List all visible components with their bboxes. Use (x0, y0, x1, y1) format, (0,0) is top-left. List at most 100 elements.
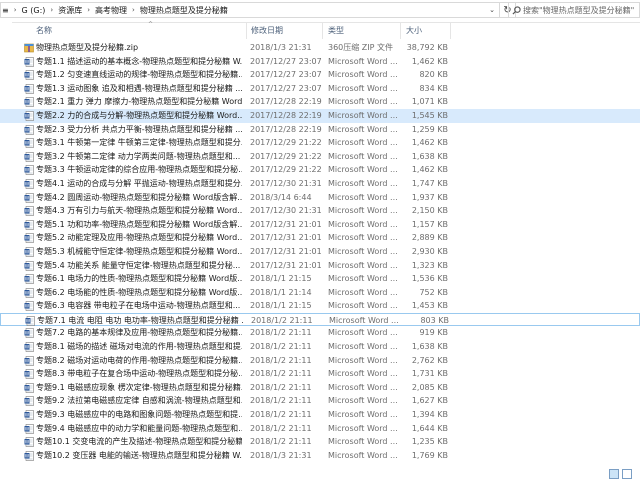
chevron-right-icon[interactable]: › (11, 6, 20, 14)
file-row[interactable]: W 专题5.3 机械能守恒定律-物理热点题型和提分秘籍 Word... 2017/1… (0, 245, 640, 259)
file-row[interactable]: W 专题3.1 牛顿第一定律 牛顿第三定律-物理热点题型和提分... 2017/12… (0, 136, 640, 150)
file-date: 2017/12/31 21:01 (250, 260, 322, 270)
column-divider[interactable] (450, 22, 451, 39)
file-name: 专题8.2 磁场对运动电荷的作用-物理热点题型和提分秘籍... (36, 355, 242, 365)
column-divider[interactable] (322, 22, 323, 39)
file-size: 1,462 KB (411, 165, 448, 175)
large-icons-view-icon[interactable] (622, 469, 632, 479)
column-date[interactable]: 修改日期 (251, 25, 283, 36)
svg-text:W: W (25, 73, 30, 79)
file-row[interactable]: 物理热点题型及提分秘籍.zip 2018/1/3 21:31 360压缩 ZIP 文… (0, 41, 640, 55)
column-name[interactable]: 名称 (36, 25, 52, 36)
word-icon: W (24, 287, 34, 298)
file-row[interactable]: W 专题1.3 运动图象 追及和相遇-物理热点题型和提分秘籍 ... 2017/12… (0, 82, 640, 96)
file-row[interactable]: W 专题9.1 电磁感应现象 楞次定律-物理热点题型和提分秘籍... 2018/1/… (0, 381, 640, 395)
breadcrumb-library[interactable]: 资源库 (56, 5, 84, 16)
file-type: Microsoft Word ... (328, 219, 398, 229)
file-row[interactable]: W 专题8.3 带电粒子在复合场中运动-物理热点题型和提分秘... 2018/1/2… (0, 367, 640, 381)
file-row[interactable]: W 专题10.1 交变电流的产生及描述-物理热点题型和提分秘籍... 2018/1/… (0, 435, 640, 449)
file-row[interactable]: W 专题9.2 法拉第电磁感应定律 自感和涡流-物理热点题型和... 2018/1/… (0, 394, 640, 408)
file-size: 1,747 KB (411, 178, 448, 188)
address-bar[interactable]: ≡ › G (G:) › 资源库 › 高考物理 › 物理热点题型及提分秘籍 ⌄ (0, 2, 500, 18)
file-size: 1,394 KB (411, 410, 448, 420)
file-date: 2018/1/1 21:14 (250, 287, 312, 297)
file-row[interactable]: W 专题3.3 牛顿运动定律的综合应用-物理热点题型和提分秘... 2017/12/… (0, 163, 640, 177)
svg-text:W: W (25, 453, 30, 459)
file-name: 物理热点题型及提分秘籍.zip (36, 43, 139, 52)
svg-text:W: W (25, 222, 30, 228)
file-row[interactable]: W 专题7.2 电路的基本规律及应用-物理热点题型和提分秘籍... 2018/1/2… (0, 326, 640, 340)
back-arrow-icon[interactable]: ≡ (1, 6, 11, 15)
file-row[interactable]: W 专题2.3 受力分析 共点力平衡-物理热点题型和提分秘籍 ... 2017/12… (0, 123, 640, 137)
file-row[interactable]: W 专题6.1 电场力的性质-物理热点题型和提分秘籍 Word版... 2018/1… (0, 272, 640, 286)
svg-text:W: W (25, 86, 30, 92)
column-type[interactable]: 类型 (328, 25, 344, 36)
file-row[interactable]: W 专题5.4 功能关系 能量守恒定律-物理热点题型和提分秘... 2017/12/… (0, 259, 640, 273)
file-row[interactable]: W 专题9.3 电磁感应中的电路和图象问题-物理热点题型和提... 2018/1/2… (0, 408, 640, 422)
file-date: 2018/3/14 6:44 (250, 192, 312, 202)
breadcrumb-current-folder[interactable]: 物理热点题型及提分秘籍 (138, 5, 230, 16)
file-row[interactable]: W 专题1.2 匀变速直线运动的规律-物理热点题型和提分秘籍... 2017/12/… (0, 68, 640, 82)
file-name: 专题3.2 牛顿第二定律 动力学两类问题-物理热点题型和... (36, 151, 241, 161)
file-row[interactable]: W 专题1.1 描述运动的基本概念-物理热点题型和提分秘籍 W... 2017/12… (0, 55, 640, 69)
file-row[interactable]: W 专题4.3 万有引力与航天-物理热点题型和提分秘籍 Word... 2017/1… (0, 204, 640, 218)
file-row[interactable]: W 专题2.1 重力 弹力 摩擦力-物理热点题型和提分秘籍 Word... 2017… (0, 95, 640, 109)
file-type: Microsoft Word ... (328, 178, 398, 188)
file-date: 2018/1/2 21:11 (250, 423, 312, 433)
svg-text:W: W (25, 127, 30, 133)
file-type: Microsoft Word ... (328, 287, 398, 297)
file-list[interactable]: 物理热点题型及提分秘籍.zip 2018/1/3 21:31 360压缩 ZIP 文… (0, 41, 640, 462)
word-icon: W (24, 355, 34, 366)
file-row[interactable]: W 专题3.2 牛顿第二定律 动力学两类问题-物理热点题型和... 2017/12/… (0, 150, 640, 164)
file-size: 1,638 KB (411, 342, 448, 352)
file-type: Microsoft Word ... (328, 97, 398, 107)
svg-text:W: W (25, 304, 30, 310)
file-size: 1,638 KB (411, 151, 448, 161)
file-row[interactable]: W 专题4.1 运动的合成与分解 平抛运动-物理热点题型和提分... 2017/12… (0, 177, 640, 191)
svg-text:W: W (25, 100, 30, 106)
file-size: 1,157 KB (411, 219, 448, 229)
file-row[interactable]: W 专题2.2 力的合成与分解-物理热点题型和提分秘籍 Word... 2017/1… (0, 108, 640, 123)
column-size[interactable]: 大小 (406, 25, 422, 36)
breadcrumb-drive[interactable]: G (G:) (20, 6, 48, 15)
svg-text:W: W (25, 344, 30, 350)
file-row[interactable]: W 专题9.4 电磁感应中的动力学和能量问题-物理热点题型和... 2018/1/2… (0, 422, 640, 436)
file-size: 2,085 KB (411, 382, 448, 392)
column-divider[interactable] (400, 22, 401, 39)
svg-text:W: W (25, 141, 30, 147)
chevron-right-icon[interactable]: › (84, 6, 93, 14)
file-date: 2017/12/28 22:19 (250, 97, 322, 107)
file-name: 专题6.1 电场力的性质-物理热点题型和提分秘籍 Word版... (36, 274, 242, 284)
search-box[interactable]: 搜索"物理热点题型及提分秘籍" (508, 2, 640, 18)
svg-text:W: W (25, 290, 30, 296)
file-date: 2017/12/29 21:22 (250, 138, 322, 148)
file-name: 专题9.4 电磁感应中的动力学和能量问题-物理热点题型和... (36, 423, 242, 433)
breadcrumb-physics[interactable]: 高考物理 (93, 5, 129, 16)
file-row[interactable]: W 专题6.2 电场能的性质-物理热点题型和提分秘籍 Word版... 2018/1… (0, 286, 640, 300)
file-row[interactable]: W 专题8.1 磁场的描述 磁场对电流的作用-物理热点题型和提... 2018/1/… (0, 340, 640, 354)
file-type: Microsoft Word ... (328, 423, 398, 433)
file-row[interactable]: W 专题6.3 电容器 带电粒子在电场中运动-物理热点题型和... 2018/1/1… (0, 299, 640, 313)
file-type: Microsoft Word ... (328, 192, 398, 202)
file-row[interactable]: W 专题5.1 功和功率-物理热点题型和提分秘籍 Word版含解... 2017/1… (0, 218, 640, 232)
chevron-down-icon[interactable]: ⌄ (485, 3, 499, 17)
file-name: 专题3.3 牛顿运动定律的综合应用-物理热点题型和提分秘... (36, 165, 242, 175)
svg-text:W: W (25, 209, 30, 215)
chevron-right-icon[interactable]: › (47, 6, 56, 14)
svg-text:W: W (25, 59, 30, 65)
search-input[interactable]: 搜索"物理热点题型及提分秘籍" (523, 5, 634, 16)
svg-text:W: W (25, 168, 30, 174)
svg-text:W: W (25, 372, 30, 378)
search-icon (509, 5, 523, 15)
details-view-icon[interactable] (609, 469, 619, 479)
file-date: 2018/1/2 21:11 (250, 382, 312, 392)
file-row[interactable]: W 专题4.2 圆周运动-物理热点题型和提分秘籍 Word版含解... 2018/3… (0, 191, 640, 205)
file-row[interactable]: W 专题10.2 变压器 电能的输送-物理热点题型和提分秘籍 W... 2018/1… (0, 449, 640, 463)
file-type: Microsoft Word ... (328, 410, 398, 420)
svg-text:W: W (25, 358, 30, 364)
chevron-right-icon[interactable]: › (129, 6, 138, 14)
file-row[interactable]: W 专题8.2 磁场对运动电荷的作用-物理热点题型和提分秘籍... 2018/1/2… (0, 354, 640, 368)
column-divider[interactable] (246, 22, 247, 39)
file-row[interactable]: W 专题5.2 动能定理及应用-物理热点题型和提分秘籍 Word... 2017/1… (0, 231, 640, 245)
file-row[interactable]: W 专题7.1 电流 电阻 电功 电功率-物理热点题型和提分秘籍 ... 2018/… (0, 312, 640, 327)
